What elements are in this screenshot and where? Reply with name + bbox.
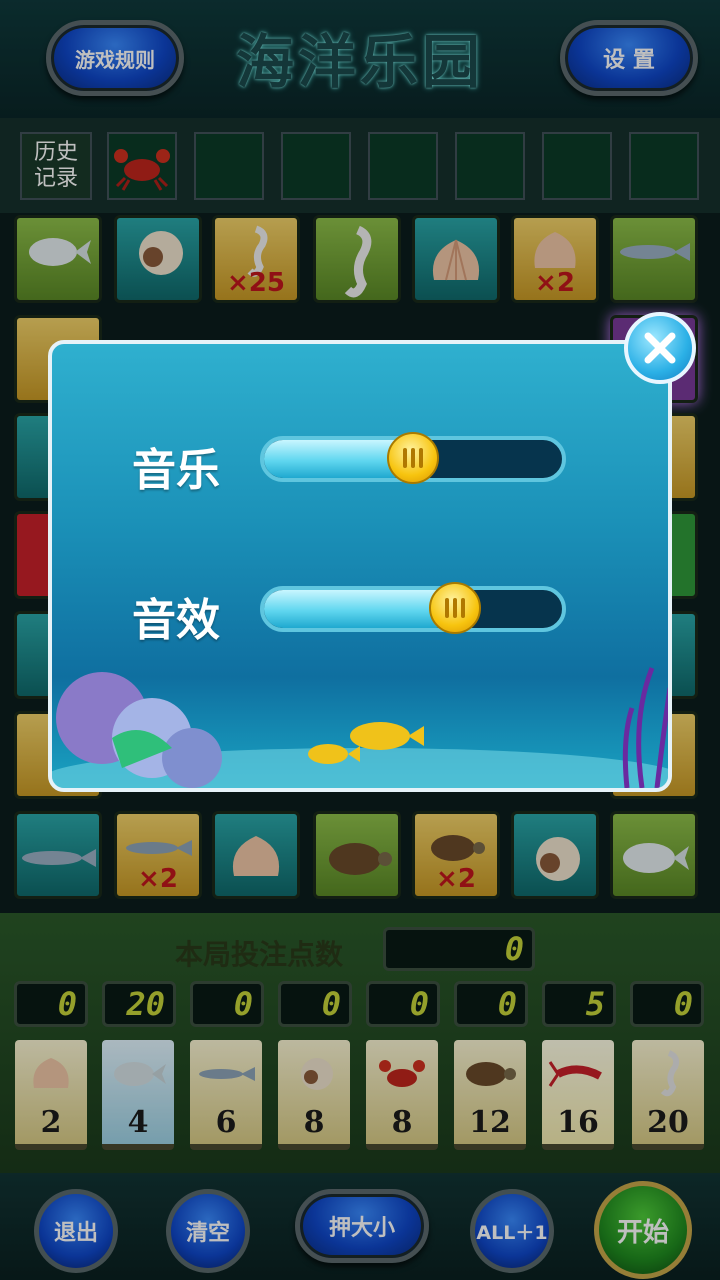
sfx-slider[interactable] [260,582,566,634]
music-label: 音乐 [132,445,220,496]
seabed-decoration [52,667,668,788]
sfx-slider-handle[interactable] [429,582,481,634]
sfx-slider-fill [264,590,455,628]
music-slider[interactable] [260,432,566,484]
settings-dialog: 音乐 音效 [48,340,672,792]
close-icon [644,332,676,364]
music-slider-handle[interactable] [387,432,439,484]
close-button[interactable] [624,312,696,384]
